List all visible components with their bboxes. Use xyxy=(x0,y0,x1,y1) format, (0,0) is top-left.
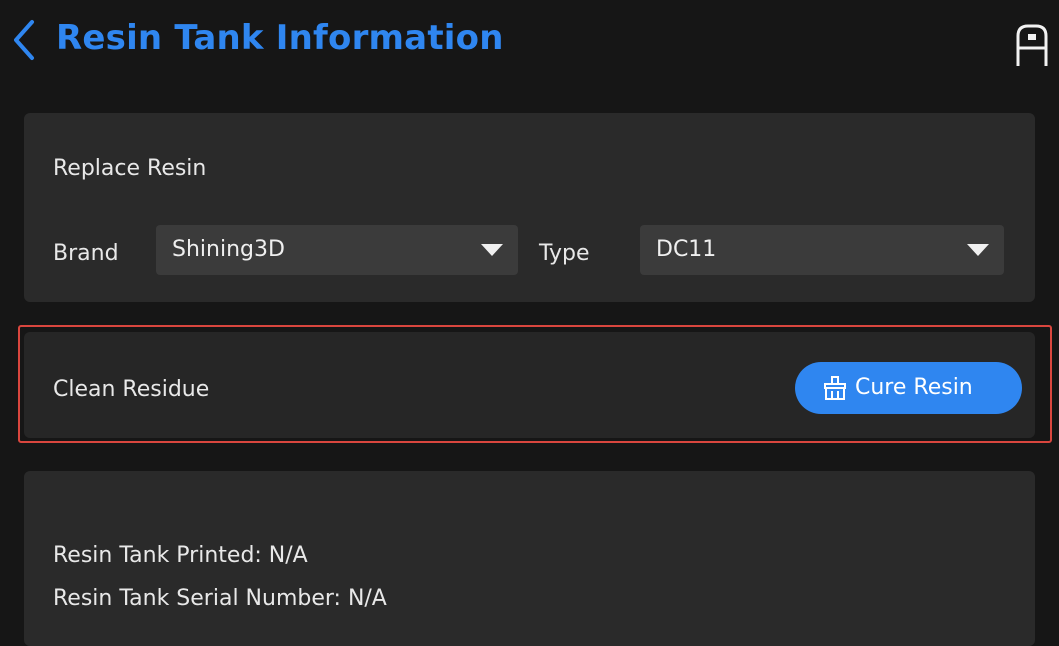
tank-printed-text: Resin Tank Printed: N/A xyxy=(53,543,308,568)
type-dropdown[interactable]: DC11 xyxy=(640,225,1004,275)
back-button[interactable] xyxy=(6,16,46,64)
type-label: Type xyxy=(539,241,590,266)
resin-tank-icon[interactable] xyxy=(1012,20,1052,68)
chevron-left-icon xyxy=(14,20,34,60)
chevron-down-icon xyxy=(967,244,989,256)
replace-resin-title: Replace Resin xyxy=(53,156,207,181)
brush-icon xyxy=(824,376,846,400)
chevron-down-icon xyxy=(481,244,503,256)
type-selected-value: DC11 xyxy=(656,237,717,262)
cure-resin-button[interactable]: Cure Resin xyxy=(795,362,1022,414)
brand-label: Brand xyxy=(53,241,119,266)
header-bar: Resin Tank Information xyxy=(0,0,1059,84)
tank-serial-text: Resin Tank Serial Number: N/A xyxy=(53,586,387,611)
page-title: Resin Tank Information xyxy=(56,18,504,58)
brand-dropdown[interactable]: Shining3D xyxy=(156,225,518,275)
brand-selected-value: Shining3D xyxy=(172,237,285,262)
cure-resin-label: Cure Resin xyxy=(855,375,973,400)
clean-residue-label: Clean Residue xyxy=(53,377,210,402)
